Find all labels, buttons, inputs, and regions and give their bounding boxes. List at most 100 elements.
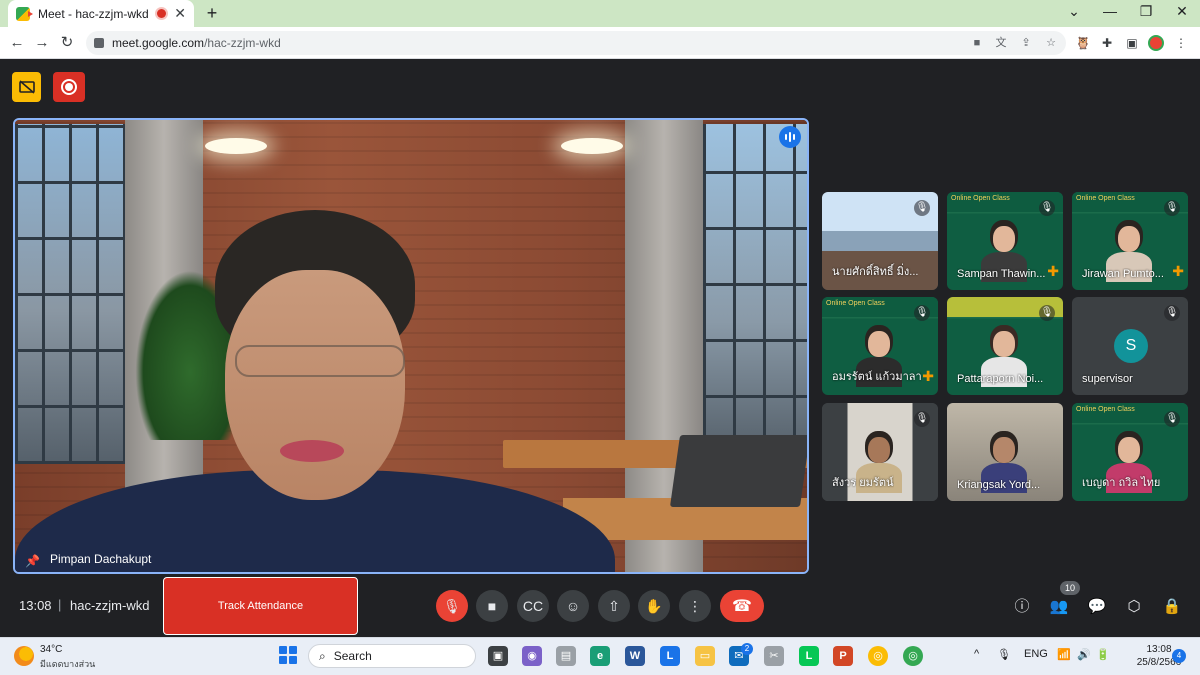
meeting-details-icon[interactable]: ⓘ <box>1011 596 1033 618</box>
main-speaker-tile[interactable]: 📌 Pimpan Dachakupt <box>13 118 809 574</box>
line-app-icon[interactable]: L <box>799 646 819 666</box>
present-screen-button[interactable]: ⇧ <box>598 590 630 622</box>
plus-decor-icon: ✚ <box>1047 263 1059 279</box>
participant-name: อมรรัตน์ แก้วมาลา <box>832 371 922 383</box>
extension-icon[interactable]: 🦉 <box>1074 34 1092 52</box>
reactions-button[interactable]: ☺ <box>557 590 589 622</box>
captions-icon: CC <box>522 598 544 614</box>
meeting-code: hac-zzjm-wkd <box>70 598 150 613</box>
people-icon[interactable]: 👥 <box>1048 596 1070 618</box>
hand-icon: ✋ <box>645 597 663 614</box>
translate-icon[interactable]: 文 <box>994 36 1008 50</box>
url-host: meet.google.com <box>112 36 205 50</box>
track-attendance-button[interactable]: Track Attendance <box>163 577 358 635</box>
restore-window-icon[interactable]: ❐ <box>1128 3 1164 20</box>
side-panel-icon[interactable]: ▣ <box>1123 34 1141 52</box>
captions-button[interactable]: CC <box>517 590 549 622</box>
back-arrow-icon[interactable]: ← <box>7 33 27 53</box>
close-tab-icon[interactable]: ✕ <box>174 5 186 22</box>
browser-menu-icon[interactable]: ⋮ <box>1172 34 1190 52</box>
notification-badge[interactable]: 4 <box>1172 649 1186 663</box>
participant-name: supervisor <box>1082 373 1133 385</box>
bookmark-star-icon[interactable]: ☆ <box>1044 36 1058 50</box>
close-window-icon[interactable]: ✕ <box>1164 3 1200 20</box>
participant-name: Pattaraporn Noi... <box>957 373 1044 385</box>
reload-icon[interactable]: ↻ <box>57 33 77 53</box>
microphone-tray-icon[interactable]: 🎙 <box>997 648 1011 661</box>
weather-icon[interactable] <box>14 646 34 666</box>
word-icon[interactable]: W <box>625 646 645 666</box>
tab-search-chevron-icon[interactable]: ⌄ <box>1056 3 1092 20</box>
main-speaker-name: Pimpan Dachakupt <box>50 552 152 566</box>
participant-tile[interactable]: Online Open Class 🎙 ✚ อมรรัตน์ แก้วมาลา <box>822 297 938 395</box>
captions-off-icon <box>18 80 35 94</box>
speaker-video <box>15 210 615 572</box>
meeting-clock: 13:08 <box>19 598 52 613</box>
app-icon[interactable]: ▤ <box>556 646 576 666</box>
weather-temperature: 34°C <box>40 644 63 655</box>
participant-tile[interactable]: Online Open Class 🎙 ✚ Sampan Thawin... <box>947 192 1063 290</box>
more-vert-icon: ⋮ <box>688 597 702 614</box>
captions-off-button[interactable] <box>12 72 41 102</box>
raise-hand-button[interactable]: ✋ <box>638 590 670 622</box>
participant-tile[interactable]: 🎙 นายศักดิ์สิทธิ์ มิ่ง... <box>822 192 938 290</box>
participant-tile[interactable]: Kriangsak Yord... <box>947 403 1063 501</box>
extensions-puzzle-icon[interactable]: ✚ <box>1098 34 1116 52</box>
chrome-icon[interactable]: ◎ <box>868 646 888 666</box>
muted-mic-icon: 🎙 <box>914 305 930 321</box>
chrome-active-icon[interactable]: ◎ <box>903 646 923 666</box>
hang-up-icon: ☎ <box>732 598 752 615</box>
participant-tile[interactable]: Online Open Class 🎙 ✚ Jirawan Pumto... <box>1072 192 1188 290</box>
start-button[interactable] <box>279 646 297 664</box>
wifi-icon[interactable]: 📶 <box>1057 648 1071 661</box>
file-explorer-icon[interactable]: ▭ <box>695 646 715 666</box>
profile-avatar[interactable] <box>1148 35 1164 51</box>
url-path: /hac-zzjm-wkd <box>204 36 281 50</box>
mic-off-button[interactable]: 🎙 <box>436 590 468 622</box>
recording-button[interactable] <box>53 72 85 102</box>
battery-icon[interactable]: 🔋 <box>1096 648 1110 661</box>
participant-tile[interactable]: S 🎙 supervisor <box>1072 297 1188 395</box>
camera-in-use-icon[interactable]: ■ <box>970 36 984 50</box>
minimize-window-icon[interactable]: — <box>1092 3 1128 19</box>
snipping-tool-icon[interactable]: ✂ <box>764 646 784 666</box>
participant-name: เบญดา ถวิล ไทย <box>1082 477 1161 489</box>
separator: | <box>58 597 62 612</box>
camera-button[interactable]: ■ <box>476 590 508 622</box>
app-l-icon[interactable]: L <box>660 646 680 666</box>
edge-browser-icon[interactable]: e <box>590 646 610 666</box>
pin-icon[interactable]: 📌 <box>25 554 40 568</box>
muted-mic-icon: 🎙 <box>914 411 930 427</box>
powerpoint-icon[interactable]: P <box>833 646 853 666</box>
share-icon[interactable]: ⇪ <box>1019 36 1033 50</box>
tab-title: Meet - hac-zzjm-wkd <box>38 6 149 21</box>
input-language[interactable]: ENG <box>1024 648 1048 660</box>
address-bar[interactable]: meet.google.com/hac-zzjm-wkd <box>86 31 1066 55</box>
volume-icon[interactable]: 🔊 <box>1077 648 1091 661</box>
participant-tile[interactable]: 🎙 Pattaraporn Noi... <box>947 297 1063 395</box>
taskbar-search[interactable]: ⌕ Search <box>308 644 476 668</box>
participant-name: Sampan Thawin... <box>957 268 1046 280</box>
muted-mic-icon: 🎙 <box>1164 200 1180 216</box>
more-options-button[interactable]: ⋮ <box>679 590 711 622</box>
teams-chat-icon[interactable]: ◉ <box>522 646 542 666</box>
background-window-right <box>703 124 807 454</box>
tray-chevron-icon[interactable]: ^ <box>974 648 979 660</box>
leave-call-button[interactable]: ☎ <box>720 590 764 622</box>
task-view-icon[interactable]: ▣ <box>488 646 508 666</box>
participant-tile[interactable]: Online Open Class 🎙 เบญดา ถวิล ไทย <box>1072 403 1188 501</box>
ceiling-lamp <box>205 138 267 154</box>
new-tab-button[interactable]: + <box>202 3 222 24</box>
search-icon: ⌕ <box>319 648 326 663</box>
participant-count-badge: 10 <box>1060 581 1080 595</box>
chat-icon[interactable]: 💬 <box>1086 596 1108 618</box>
host-controls-icon[interactable]: 🔒 <box>1161 596 1183 618</box>
plus-decor-icon: ✚ <box>922 368 934 384</box>
muted-mic-icon: 🎙 <box>1164 305 1180 321</box>
browser-tab[interactable]: Meet - hac-zzjm-wkd ✕ <box>8 0 194 27</box>
forward-arrow-icon[interactable]: → <box>32 33 52 53</box>
plus-decor-icon: ✚ <box>1172 263 1184 279</box>
background-laptop <box>669 435 807 507</box>
participant-tile[interactable]: 🎙 สังวร ยมรัตน์ <box>822 403 938 501</box>
activities-icon[interactable]: ⬡ <box>1123 596 1145 618</box>
